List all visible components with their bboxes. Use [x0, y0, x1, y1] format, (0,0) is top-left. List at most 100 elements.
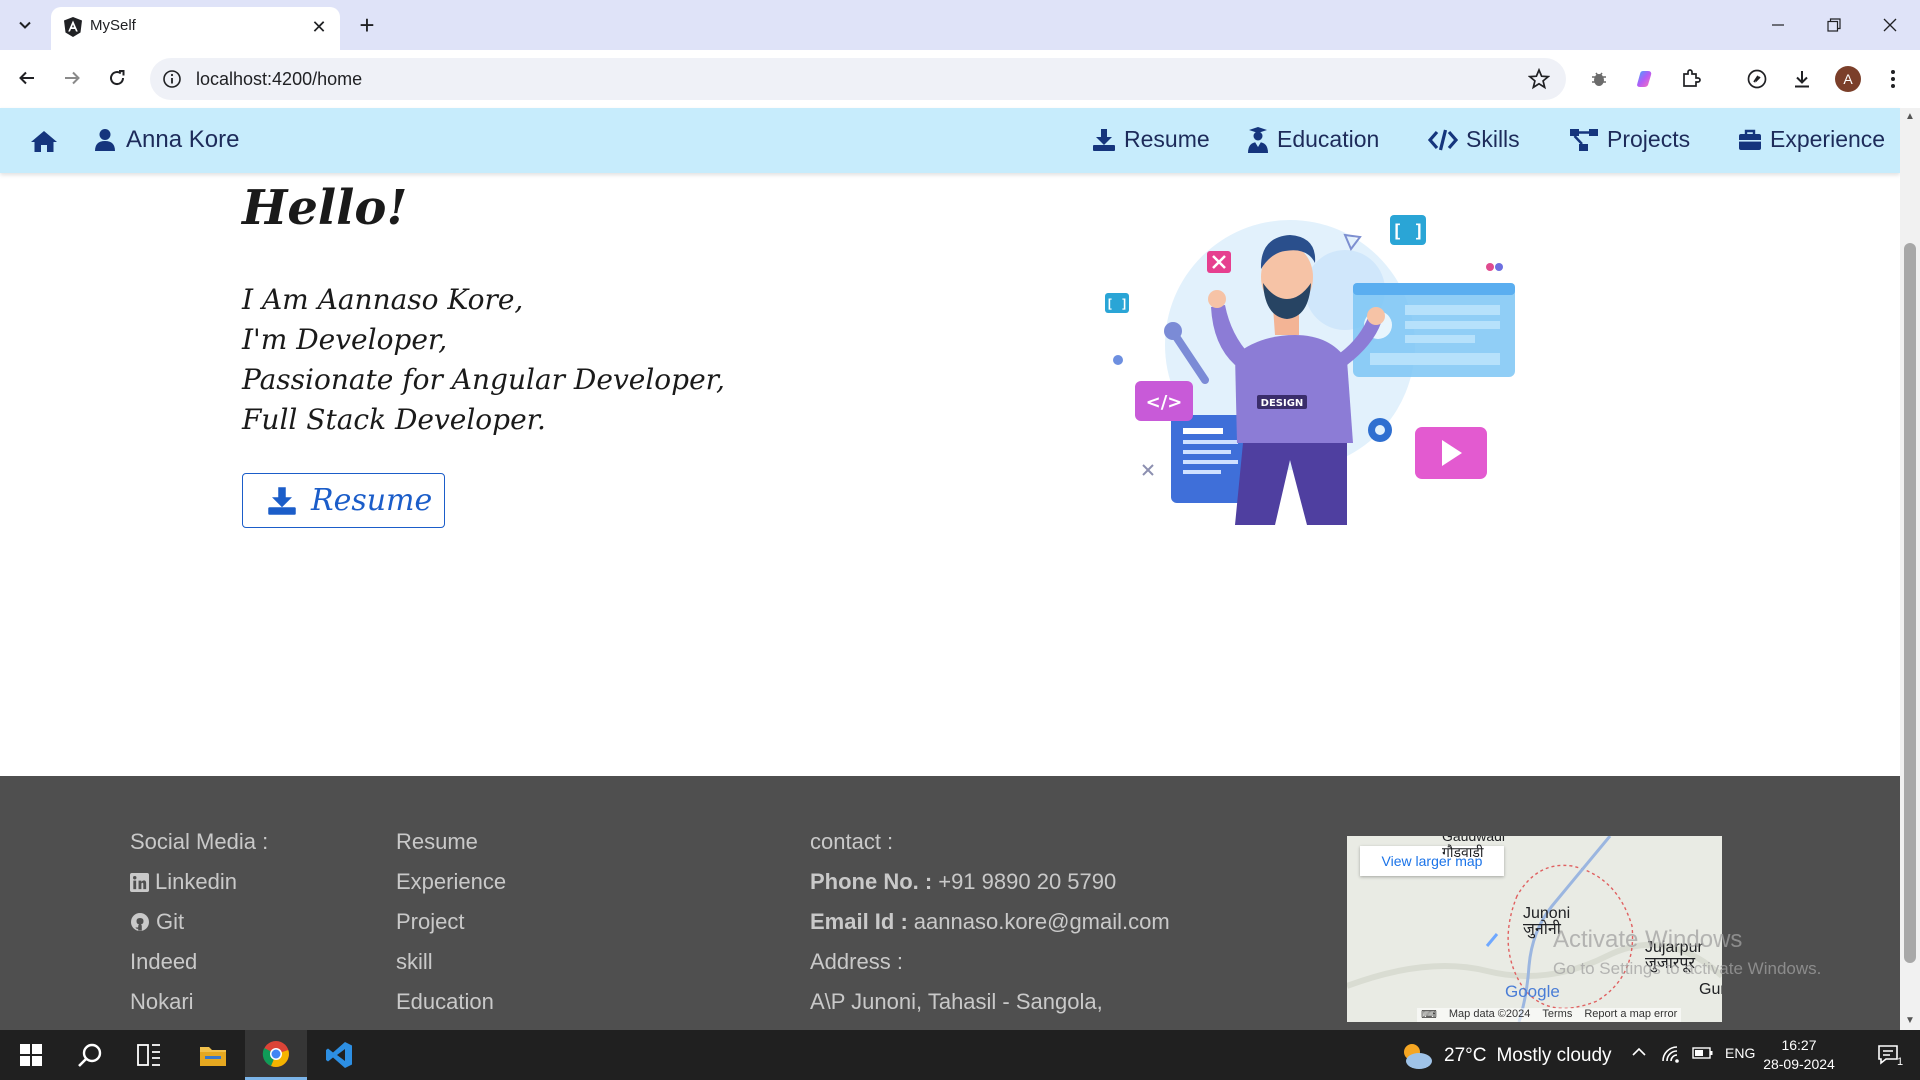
restore-button[interactable]: [1806, 0, 1862, 50]
social-link-label: Linkedin: [155, 869, 237, 894]
vscode-icon: [326, 1042, 352, 1068]
site-info-icon[interactable]: [162, 69, 182, 89]
taskbar-file-explorer[interactable]: [182, 1030, 244, 1080]
weather-text: Mostly cloudy: [1496, 1045, 1612, 1066]
home-icon[interactable]: [30, 129, 58, 153]
taskbar-chrome[interactable]: [245, 1030, 307, 1080]
notification-center-button[interactable]: 1: [1858, 1030, 1920, 1080]
close-icon: [1883, 18, 1897, 32]
minimize-button[interactable]: [1750, 0, 1806, 50]
close-window-button[interactable]: [1862, 0, 1918, 50]
downloads-button[interactable]: [1787, 64, 1817, 94]
developer-illustration: </> [ ] [ ] DESIGN: [1105, 215, 1515, 525]
email-value[interactable]: aannaso.kore@gmail.com: [914, 902, 1170, 942]
download-icon: [1093, 128, 1115, 151]
resume-download-button[interactable]: Resume: [242, 473, 445, 528]
social-link-linkedin[interactable]: Linkedin: [130, 862, 268, 902]
extensions-button[interactable]: [1676, 64, 1706, 94]
show-hidden-icons-icon[interactable]: [1631, 1044, 1647, 1063]
contact-title: contact :: [810, 829, 894, 854]
reload-icon: [110, 70, 125, 86]
illustration-badge: DESIGN: [1261, 398, 1304, 409]
scroll-thumb[interactable]: [1904, 243, 1916, 963]
social-link-label: Git: [156, 909, 185, 934]
task-view-icon: [137, 1044, 160, 1066]
page-scrollbar[interactable]: ▲ ▼: [1900, 108, 1920, 1030]
battery-icon[interactable]: [1692, 1045, 1714, 1064]
network-icon[interactable]: [1661, 1045, 1681, 1066]
site-navbar: Anna Kore Resume Education Skills Projec…: [0, 108, 1900, 173]
hero-line: Full Stack Developer.: [242, 403, 546, 436]
linkedin-icon: [130, 872, 149, 892]
nav-item-projects[interactable]: Projects: [1569, 126, 1690, 153]
notification-count: 1: [1897, 1056, 1904, 1068]
back-button[interactable]: [11, 62, 43, 94]
angular-icon: [64, 17, 82, 37]
scroll-down-arrow-icon[interactable]: ▼: [1905, 1016, 1915, 1026]
keyboard-icon[interactable]: ⌨: [1421, 1008, 1437, 1022]
address-label: Address :: [810, 949, 903, 974]
reload-button[interactable]: [101, 62, 133, 94]
forward-button[interactable]: [56, 62, 88, 94]
extension-bug-button[interactable]: [1584, 64, 1614, 94]
download-icon: [1795, 71, 1809, 88]
graduate-icon: [1248, 126, 1268, 153]
nav-item-experience[interactable]: Experience: [1738, 126, 1885, 153]
map-terms-link[interactable]: Terms: [1542, 1008, 1572, 1022]
social-link-indeed[interactable]: Indeed: [130, 942, 268, 982]
footer-link-resume[interactable]: Resume: [396, 822, 506, 862]
map-report-link[interactable]: Report a map error: [1584, 1008, 1677, 1022]
bookmark-star-icon[interactable]: [1528, 68, 1550, 90]
footer-link-project[interactable]: Project: [396, 902, 506, 942]
new-tab-button[interactable]: +: [352, 10, 382, 40]
footer-link-skill[interactable]: skill: [396, 942, 506, 982]
browser-menu-button[interactable]: [1878, 64, 1908, 94]
social-link-git[interactable]: Git: [130, 902, 268, 942]
nav-label: Experience: [1770, 126, 1886, 152]
browser-tab[interactable]: MySelf ✕: [51, 7, 340, 50]
start-button[interactable]: [0, 1030, 62, 1080]
weather-temp: 27°C: [1444, 1045, 1487, 1066]
search-icon: [78, 1043, 102, 1067]
footer-pages-column: Resume Experience Project skill Educatio…: [396, 822, 506, 1022]
nav-item-resume[interactable]: Resume: [1092, 126, 1210, 153]
footer-contact-column: contact : Phone No. : +91 9890 20 5790 E…: [810, 822, 1170, 1022]
nav-item-education[interactable]: Education: [1247, 126, 1379, 153]
taskbar-clock[interactable]: 16:27 28-09-2024: [1754, 1036, 1844, 1074]
url-text[interactable]: localhost:4200/home: [196, 69, 362, 90]
minimize-icon: [1772, 24, 1784, 26]
profile-avatar[interactable]: A: [1835, 66, 1861, 92]
bug-icon: [1592, 72, 1606, 86]
language-indicator[interactable]: ENG: [1725, 1045, 1755, 1061]
more-vertical-icon: [1891, 70, 1895, 88]
extension-copilot-button[interactable]: [1630, 64, 1660, 94]
svg-text:[ ]: [ ]: [1106, 297, 1128, 311]
footer-link-experience[interactable]: Experience: [396, 862, 506, 902]
site-footer: Social Media : Linkedin Git Indeed Nokar…: [0, 776, 1900, 1030]
google-logo: Google: [1505, 982, 1560, 1001]
footer-link-education[interactable]: Education: [396, 982, 506, 1022]
taskbar-search-button[interactable]: [59, 1030, 121, 1080]
brand-name: Anna Kore: [126, 126, 240, 153]
hero-greeting: Hello!: [242, 180, 408, 236]
map-place-gur: Gur: [1699, 981, 1722, 998]
project-diagram-icon: [1570, 128, 1598, 151]
contact-email: Email Id : aannaso.kore@gmail.com: [810, 902, 1170, 942]
taskbar-vscode[interactable]: [308, 1030, 370, 1080]
address-value: A\P Junoni, Tahasil - Sangola,: [810, 989, 1103, 1014]
address-bar[interactable]: localhost:4200/home: [150, 58, 1566, 100]
brand-link[interactable]: Anna Kore: [94, 126, 239, 154]
close-tab-icon[interactable]: ✕: [307, 15, 331, 39]
performance-button[interactable]: [1742, 64, 1772, 94]
scroll-up-arrow-icon[interactable]: ▲: [1905, 112, 1915, 122]
social-title: Social Media :: [130, 829, 269, 854]
task-view-button[interactable]: [118, 1030, 180, 1080]
github-icon: [131, 913, 149, 931]
tab-search-button[interactable]: [10, 10, 40, 40]
resume-button-label: Resume: [311, 483, 433, 518]
nav-item-skills[interactable]: Skills: [1428, 126, 1520, 153]
map-attribution: ⌨ Map data ©2024 Terms Report a map erro…: [1417, 1008, 1682, 1022]
social-link-nokari[interactable]: Nokari: [130, 982, 268, 1022]
phone-label: Phone No. :: [810, 869, 933, 894]
taskbar-weather[interactable]: 27°C Mostly cloudy: [1400, 1042, 1612, 1070]
